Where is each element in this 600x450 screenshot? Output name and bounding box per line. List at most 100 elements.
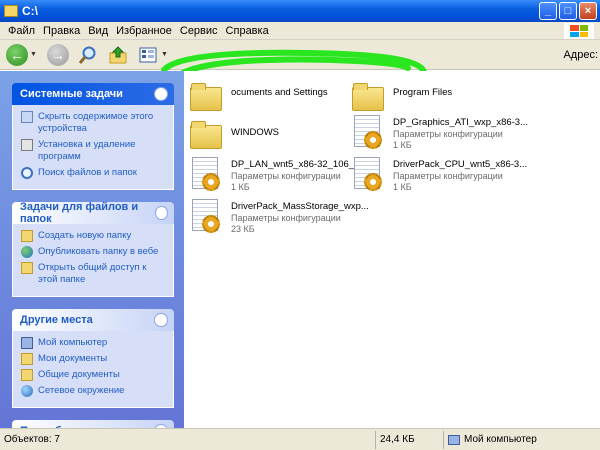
- folder-icon: [190, 117, 224, 153]
- views-button[interactable]: [137, 44, 159, 66]
- task-hide-contents[interactable]: Скрыть содержимое этого устройства: [21, 111, 167, 135]
- search-icon: [21, 167, 33, 179]
- file-name: ocuments and Settings: [231, 87, 328, 98]
- menu-view[interactable]: Вид: [84, 25, 112, 37]
- file-item-driverpack-massstorage[interactable]: DriverPack_MassStorage_wxp... Параметры …: [190, 199, 369, 235]
- group-title: Системные задачи: [20, 88, 123, 100]
- magnifier-icon: [78, 46, 96, 64]
- install-icon: [21, 139, 33, 151]
- menu-edit[interactable]: Правка: [39, 25, 84, 37]
- search-button[interactable]: [77, 44, 99, 66]
- config-file-icon: [352, 115, 386, 151]
- menu-help[interactable]: Справка: [222, 25, 273, 37]
- task-search-files[interactable]: Поиск файлов и папок: [21, 167, 167, 179]
- place-my-documents[interactable]: Мои документы: [21, 353, 167, 365]
- file-name: DP_LAN_wnt5_x86-32_106_G...: [231, 159, 370, 170]
- status-object-count: Объектов: 7: [0, 430, 376, 449]
- task-new-folder[interactable]: Создать новую папку: [21, 230, 167, 242]
- file-item-windows[interactable]: WINDOWS: [190, 117, 279, 153]
- collapse-icon[interactable]: [155, 206, 168, 220]
- task-label: Скрыть содержимое этого устройства: [38, 111, 154, 134]
- file-type: Параметры конфигурации: [393, 171, 503, 181]
- task-publish-web[interactable]: Опубликовать папку в вебе: [21, 246, 167, 258]
- task-label: Общие документы: [38, 369, 120, 380]
- menu-file[interactable]: Файл: [4, 25, 39, 37]
- file-item-documents-settings[interactable]: ocuments and Settings: [190, 79, 328, 115]
- file-type: Параметры конфигурации: [393, 129, 503, 139]
- status-bar: Объектов: 7 24,4 КБ Мой компьютер: [0, 428, 600, 450]
- folder-up-button[interactable]: [107, 44, 129, 66]
- task-label: Поиск файлов и папок: [38, 167, 137, 178]
- task-share-folder[interactable]: Открыть общий доступ к этой папке: [21, 262, 167, 286]
- task-label: Мой компьютер: [38, 337, 108, 348]
- address-label: Адрес:: [563, 49, 598, 61]
- status-location: Мой компьютер: [444, 431, 600, 449]
- file-name: DriverPack_CPU_wnt5_x86-3...: [393, 159, 528, 170]
- file-name: DP_Graphics_ATI_wxp_x86-3...: [393, 117, 528, 128]
- globe-icon: [21, 246, 33, 258]
- collapse-icon[interactable]: [154, 87, 168, 101]
- collapse-icon[interactable]: [154, 313, 168, 327]
- window-title: C:\: [22, 4, 38, 18]
- file-name: Program Files: [393, 87, 453, 98]
- file-name: WINDOWS: [231, 127, 280, 138]
- group-title: Другие места: [20, 314, 93, 326]
- group-header-file-tasks[interactable]: Задачи для файлов и папок: [12, 201, 174, 225]
- config-file-icon: [352, 157, 386, 193]
- close-button[interactable]: ×: [579, 2, 597, 20]
- file-item-dp-lan[interactable]: DP_LAN_wnt5_x86-32_106_G... Параметры ко…: [190, 157, 369, 193]
- task-label: Сетевое окружение: [38, 385, 125, 396]
- other-places-group: Другие места Мой компьютер Мои документы…: [12, 309, 174, 408]
- file-name: DriverPack_MassStorage_wxp...: [231, 201, 369, 212]
- system-tasks-group: Системные задачи Скрыть содержимое этого…: [12, 83, 174, 190]
- config-file-icon: [190, 199, 224, 235]
- file-size: 1 КБ: [231, 182, 250, 192]
- place-shared-documents[interactable]: Общие документы: [21, 369, 167, 381]
- place-my-computer[interactable]: Мой компьютер: [21, 337, 167, 349]
- group-header-system-tasks[interactable]: Системные задачи: [12, 83, 174, 105]
- task-install-remove[interactable]: Установка и удаление программ: [21, 139, 167, 163]
- minimize-button[interactable]: _: [539, 2, 557, 20]
- share-icon: [21, 262, 33, 274]
- forward-button[interactable]: →: [46, 43, 69, 66]
- windows-logo-icon: [564, 23, 594, 39]
- task-label: Создать новую папку: [38, 230, 132, 241]
- documents-icon: [21, 353, 33, 365]
- folder-up-icon: [109, 45, 127, 63]
- task-pane: Системные задачи Скрыть содержимое этого…: [0, 71, 184, 442]
- file-type: Параметры конфигурации: [231, 213, 341, 223]
- task-label: Опубликовать папку в вебе: [38, 246, 159, 257]
- file-item-dp-graphics[interactable]: DP_Graphics_ATI_wxp_x86-3... Параметры к…: [352, 115, 528, 151]
- menu-tools[interactable]: Сервис: [176, 25, 222, 37]
- file-type: Параметры конфигурации: [231, 171, 341, 181]
- file-list: ocuments and Settings Program Files WIND…: [184, 71, 600, 428]
- computer-icon: [448, 434, 460, 445]
- new-folder-icon: [21, 230, 33, 242]
- shared-docs-icon: [21, 369, 33, 381]
- status-location-label: Мой компьютер: [464, 434, 537, 445]
- folder-icon: [352, 79, 386, 115]
- back-dropdown-icon[interactable]: ▼: [30, 51, 37, 58]
- group-header-other-places[interactable]: Другие места: [12, 309, 174, 331]
- config-file-icon: [190, 157, 224, 193]
- task-label: Мои документы: [38, 353, 108, 364]
- group-title: Задачи для файлов и папок: [20, 201, 139, 225]
- back-button[interactable]: ←: [6, 43, 28, 66]
- file-size: 1 КБ: [393, 140, 412, 150]
- maximize-button[interactable]: □: [559, 2, 577, 20]
- folder-icon: [190, 79, 224, 115]
- computer-icon: [21, 337, 33, 349]
- menu-favorites[interactable]: Избранное: [112, 25, 176, 37]
- views-icon: [139, 47, 157, 62]
- file-item-driverpack-cpu[interactable]: DriverPack_CPU_wnt5_x86-3... Параметры к…: [352, 157, 527, 193]
- hide-icon: [21, 111, 33, 123]
- status-size: 24,4 КБ: [376, 430, 444, 449]
- network-icon: [21, 385, 33, 397]
- folder-icon: [4, 5, 18, 17]
- title-bar: C:\ _ □ ×: [0, 0, 600, 22]
- place-network[interactable]: Сетевое окружение: [21, 385, 167, 397]
- task-label: Установка и удаление программ: [38, 139, 136, 162]
- file-size: 1 КБ: [393, 182, 412, 192]
- file-item-program-files[interactable]: Program Files: [352, 79, 452, 115]
- file-folder-tasks-group: Задачи для файлов и папок Создать новую …: [12, 201, 174, 297]
